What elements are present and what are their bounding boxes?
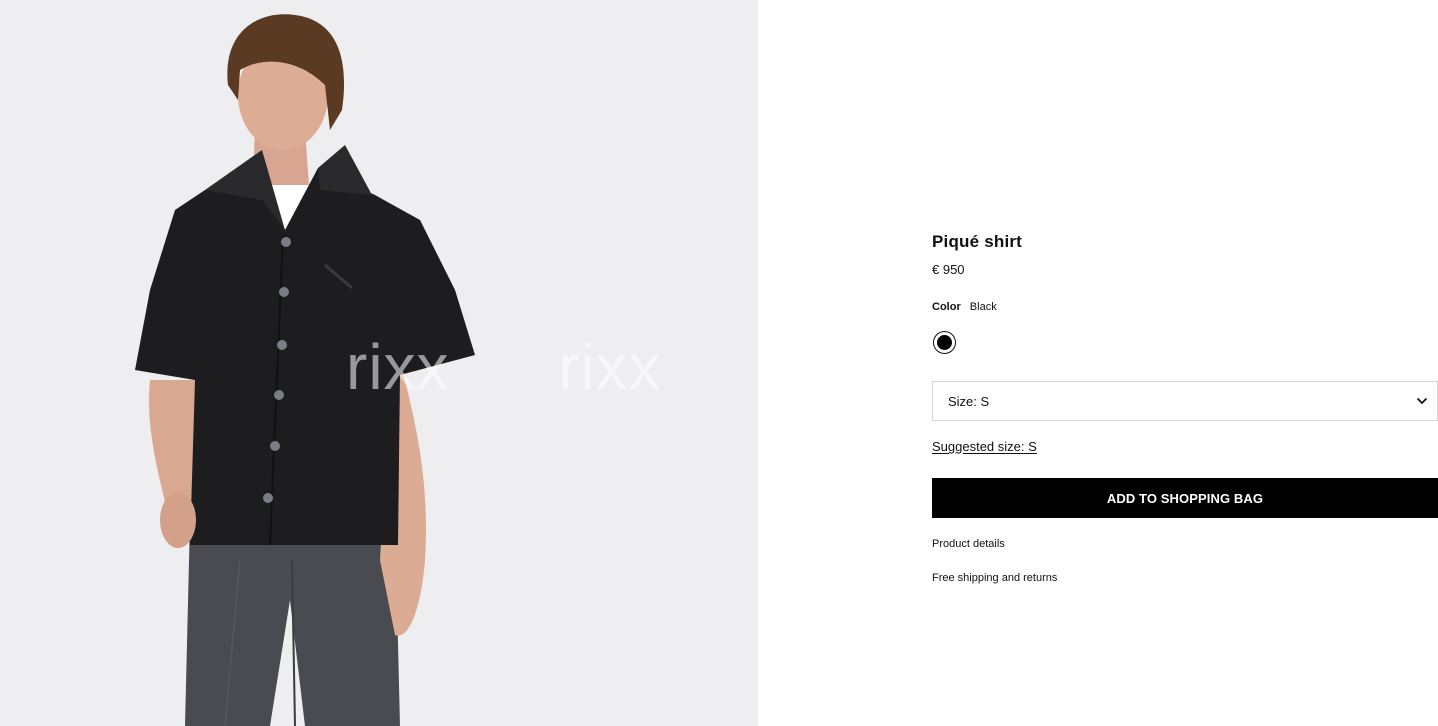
- size-selected-value: Size: S: [948, 393, 990, 409]
- product-image-area: rixx rixx: [0, 0, 758, 726]
- product-title: Piqué shirt: [932, 232, 1023, 251]
- swatch-fill: [937, 335, 952, 350]
- color-value: Black: [969, 301, 997, 313]
- product-details-link[interactable]: Product details: [932, 538, 1005, 550]
- color-row: Color Black: [932, 301, 997, 313]
- chevron-down-icon: [1416, 397, 1428, 405]
- product-price: € 950: [932, 262, 965, 277]
- suggested-size-link[interactable]: Suggested size: S: [932, 439, 1037, 454]
- size-dropdown[interactable]: Size: S: [932, 381, 1438, 421]
- add-to-bag-button[interactable]: ADD TO SHOPPING BAG: [932, 478, 1438, 518]
- color-swatch-black[interactable]: [933, 331, 956, 354]
- watermark-text: rixx: [558, 331, 662, 403]
- shipping-returns-link[interactable]: Free shipping and returns: [932, 572, 1057, 584]
- color-label: Color: [932, 301, 961, 313]
- watermark-text: rixx: [346, 331, 450, 403]
- product-info-panel: Piqué shirt € 950 Color Black Size: S Su…: [932, 0, 1438, 726]
